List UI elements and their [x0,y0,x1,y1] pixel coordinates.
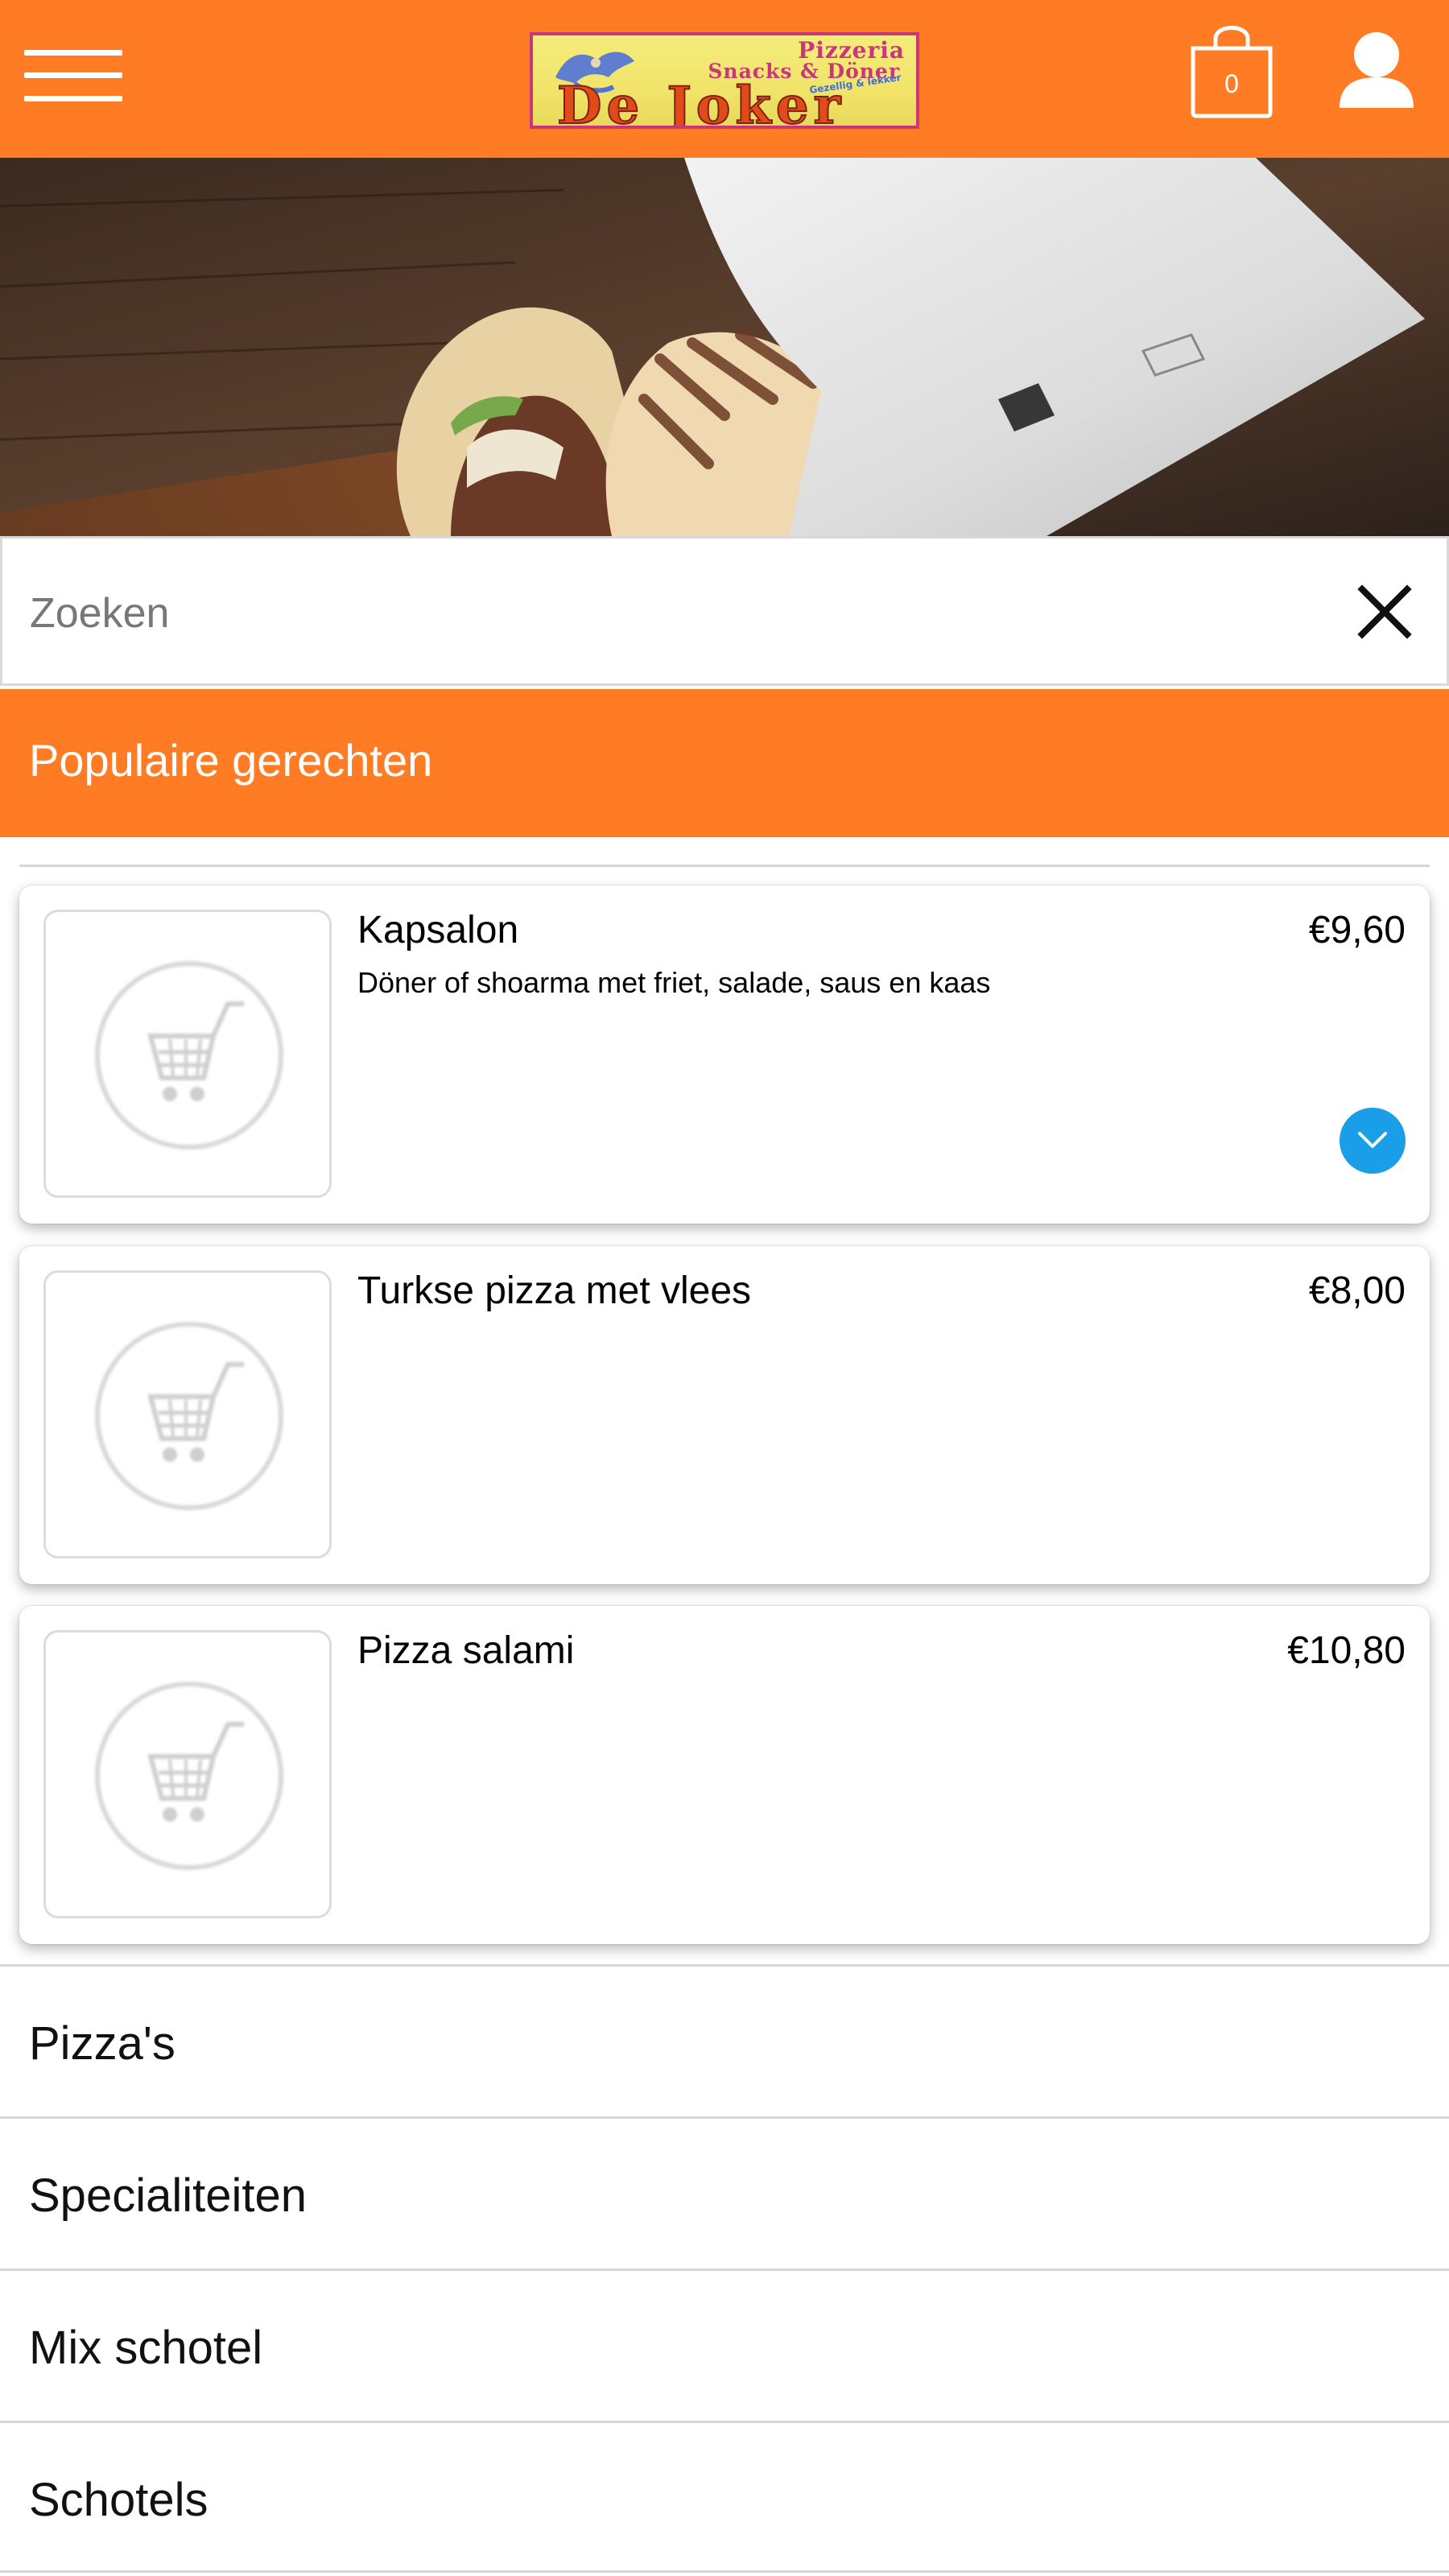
user-icon [1340,32,1414,108]
app-header: Pizzeria Snacks & Döner Gezellig & lekke… [0,0,1449,158]
category-item-mix-schotel[interactable]: Mix schotel [0,2268,1449,2421]
product-card[interactable]: Pizza salami €10,80 [19,1606,1430,1944]
logo-main-text: De Joker [556,75,846,129]
close-icon [1357,584,1412,639]
popular-section-header: Populaire gerechten [0,689,1449,837]
clear-search-button[interactable] [1354,581,1415,642]
section-title: Populaire gerechten [29,735,433,786]
category-item-specialiteiten[interactable]: Specialiteiten [0,2116,1449,2268]
category-label: Schotels [29,2474,208,2526]
product-name: Kapsalon [357,909,519,952]
chevron-down-icon [1358,1132,1387,1148]
search-input[interactable] [30,577,1318,650]
hero-image [0,158,1449,536]
product-name: Turkse pizza met vlees [357,1269,752,1312]
hamburger-menu-icon[interactable] [24,47,122,105]
cart-placeholder-icon [95,1322,283,1510]
category-label: Specialiteiten [29,2169,307,2222]
cart-count: 0 [1224,69,1239,98]
cart-button[interactable]: 0 [1187,16,1277,119]
product-card[interactable]: Kapsalon €9,60 Döner of shoarma met frie… [19,886,1430,1224]
category-item-schotels[interactable]: Schotels [0,2421,1449,2573]
shopping-bag-icon [1191,26,1273,118]
cart-placeholder-icon [95,961,283,1150]
wrap-photo [0,158,1449,536]
expand-details-button[interactable] [1340,1108,1406,1174]
product-card[interactable]: Turkse pizza met vlees €8,00 [19,1246,1430,1584]
cart-placeholder-icon [95,1682,283,1870]
product-name: Pizza salami [357,1629,575,1672]
account-button[interactable] [1336,27,1417,111]
product-price: €10,80 [1287,1629,1406,1672]
product-image-placeholder [43,910,332,1198]
category-label: Mix schotel [29,2322,263,2374]
product-image-placeholder [43,1270,332,1558]
category-label: Pizza's [29,2017,175,2070]
category-item-pizzas[interactable]: Pizza's [0,1964,1449,2116]
product-price: €8,00 [1308,1269,1406,1312]
search-bar [0,536,1449,686]
category-list: Pizza's Specialiteiten Mix schotel Schot… [0,1964,1449,2573]
divider [19,865,1430,867]
restaurant-logo[interactable]: Pizzeria Snacks & Döner Gezellig & lekke… [530,32,919,129]
product-price: €9,60 [1308,909,1406,952]
product-image-placeholder [43,1630,332,1918]
product-description: Döner of shoarma met friet, salade, saus… [357,966,991,999]
